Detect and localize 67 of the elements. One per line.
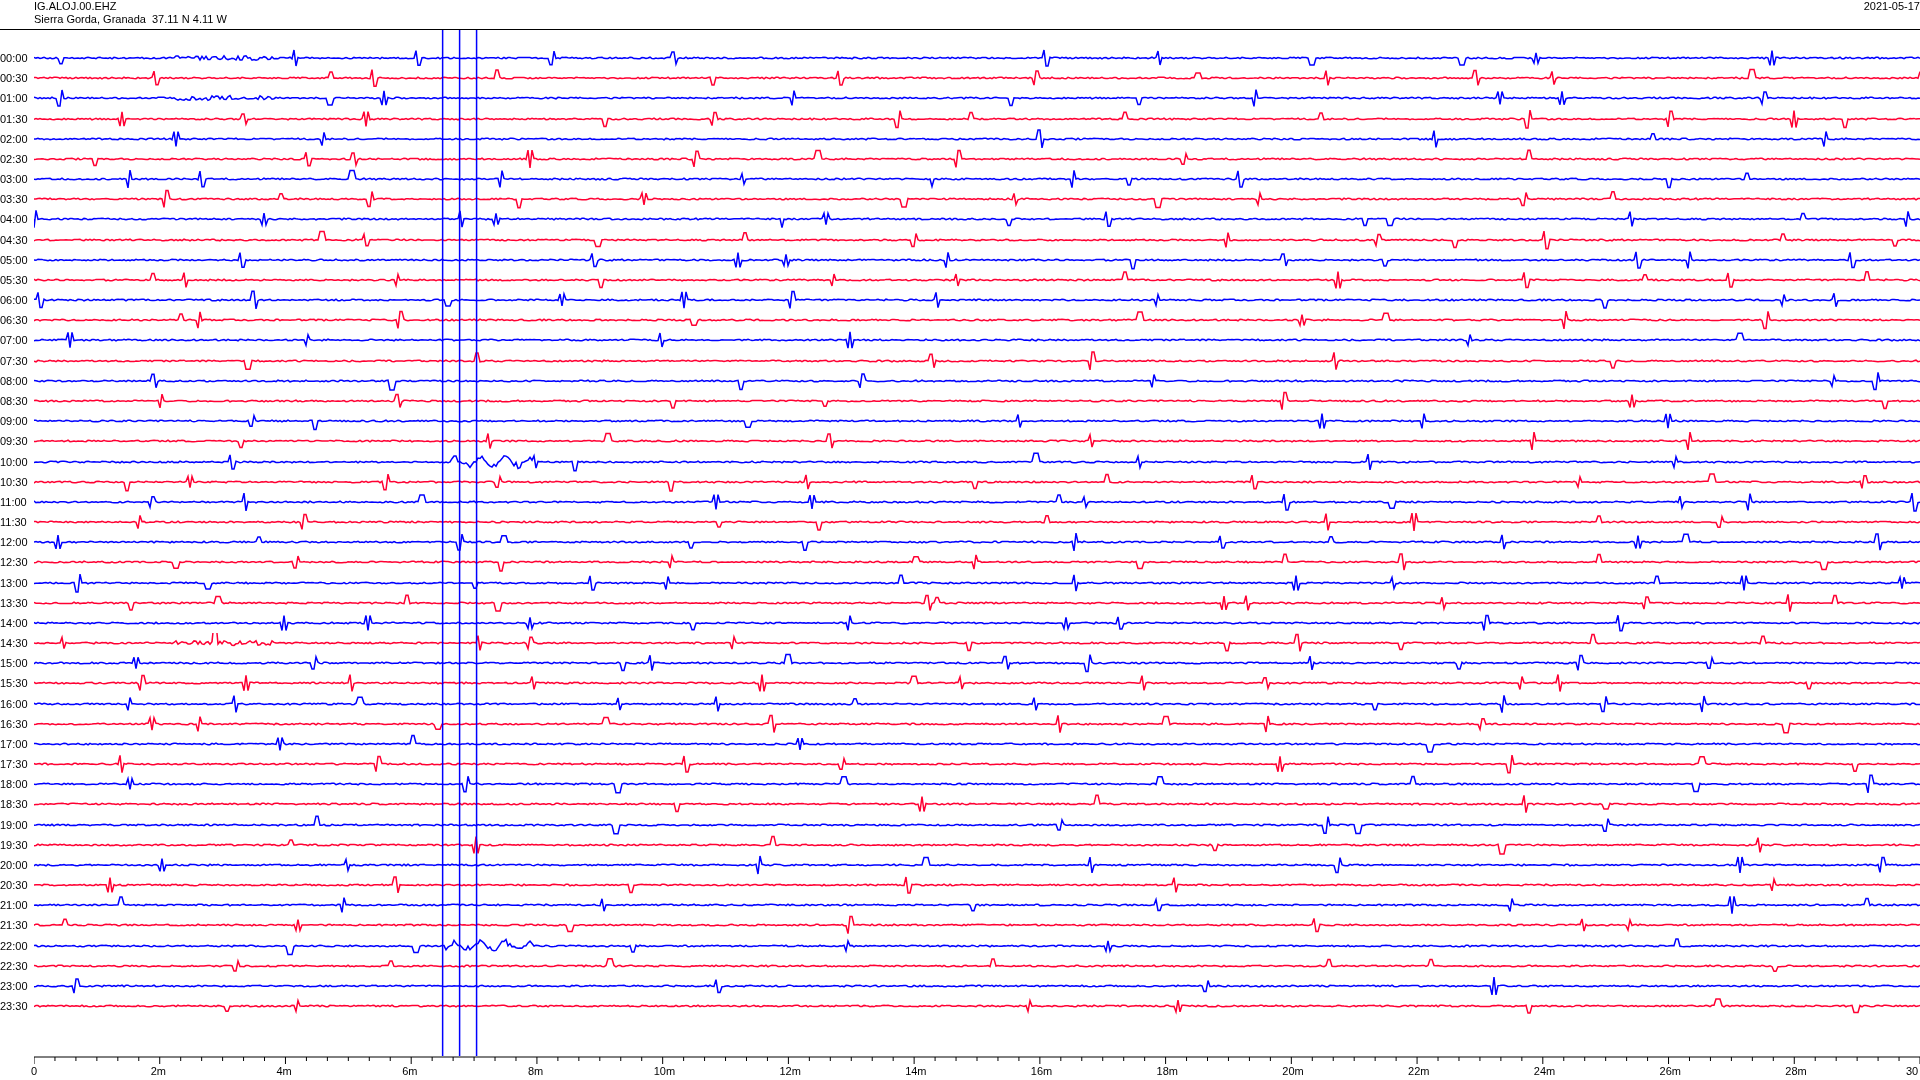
time-label: 07:30 (0, 354, 29, 367)
time-label: 19:00 (0, 818, 29, 831)
time-label: 11:30 (0, 516, 28, 529)
time-label: 05:30 (0, 273, 29, 286)
time-label: 16:30 (0, 717, 29, 730)
time-label: 03:00 (0, 173, 29, 186)
time-label: 22:30 (0, 959, 29, 972)
time-label: 21:30 (0, 919, 29, 932)
time-label: 10:30 (0, 475, 29, 488)
time-label: 13:00 (0, 576, 29, 589)
time-label: 17:30 (0, 758, 29, 771)
time-label: 00:30 (0, 72, 29, 85)
time-label: 18:00 (0, 778, 29, 791)
time-label: 05:00 (0, 253, 29, 266)
time-label: 20:00 (0, 858, 29, 871)
time-label: 06:00 (0, 294, 29, 307)
time-label: 08:30 (0, 395, 29, 407)
time-label: 23:30 (0, 1000, 29, 1013)
axis-tick-label: 16m (1030, 1065, 1053, 1077)
axis-tick-label: 24m (1533, 1065, 1556, 1077)
time-label: 01:00 (0, 92, 29, 105)
time-label: 12:30 (0, 556, 29, 569)
time-label: 21:00 (0, 899, 29, 912)
axis-tick-label: 28m (1785, 1065, 1807, 1077)
time-label: 04:00 (0, 213, 29, 226)
time-label: 12:00 (0, 536, 29, 549)
time-label: 07:00 (0, 334, 29, 347)
time-label: 10:00 (0, 455, 29, 468)
time-label: 20:30 (0, 879, 29, 892)
time-label: 06:30 (0, 314, 29, 327)
time-label: 02:00 (0, 132, 29, 145)
time-label: 04:30 (0, 233, 29, 246)
time-label: 00:00 (0, 52, 29, 65)
time-label: 18:30 (0, 798, 29, 811)
time-label: 11:00 (0, 495, 28, 508)
time-label: 01:30 (0, 112, 29, 125)
axis-tick-label: 26m (1659, 1065, 1681, 1077)
time-label: 17:00 (0, 737, 29, 750)
time-label: 16:00 (0, 697, 29, 710)
station-code: IG.ALOJ.00.EHZ (34, 0, 118, 13)
axis-tick-label: 4m (276, 1065, 292, 1077)
time-label: 09:00 (0, 415, 29, 428)
axis-tick-label: 30 (1906, 1065, 1919, 1077)
time-label: 13:30 (0, 596, 29, 609)
axis-tick-label: 12m (779, 1065, 801, 1077)
time-label: 09:30 (0, 435, 29, 448)
axis-tick-label: 6m (402, 1065, 418, 1077)
time-label: 02:30 (0, 152, 29, 165)
time-label: 03:30 (0, 193, 29, 206)
time-label: 14:00 (0, 616, 29, 629)
time-label: 19:30 (0, 838, 29, 851)
axis-tick-label: 22m (1408, 1065, 1430, 1077)
axis-tick-label: 8m (527, 1065, 544, 1077)
axis-tick-label: 20m (1282, 1065, 1304, 1077)
date-label: 2021-05-17 (1863, 0, 1920, 13)
time-label: 23:00 (0, 980, 29, 992)
axis-tick-label: 10m (653, 1065, 676, 1077)
axis-tick-label: 0 (31, 1065, 38, 1077)
time-label: 15:30 (0, 677, 29, 690)
time-label: 14:30 (0, 637, 29, 650)
time-label: 22:00 (0, 939, 29, 952)
station-location: Sierra Gorda, Granada 37.11 N 4.11 W (34, 13, 227, 26)
time-label: 08:00 (0, 374, 29, 387)
time-label: 15:00 (0, 657, 29, 670)
axis-tick-label: 2m (150, 1065, 166, 1077)
axis-tick-label: 14m (905, 1065, 927, 1077)
axis-tick-label: 18m (1156, 1065, 1178, 1077)
